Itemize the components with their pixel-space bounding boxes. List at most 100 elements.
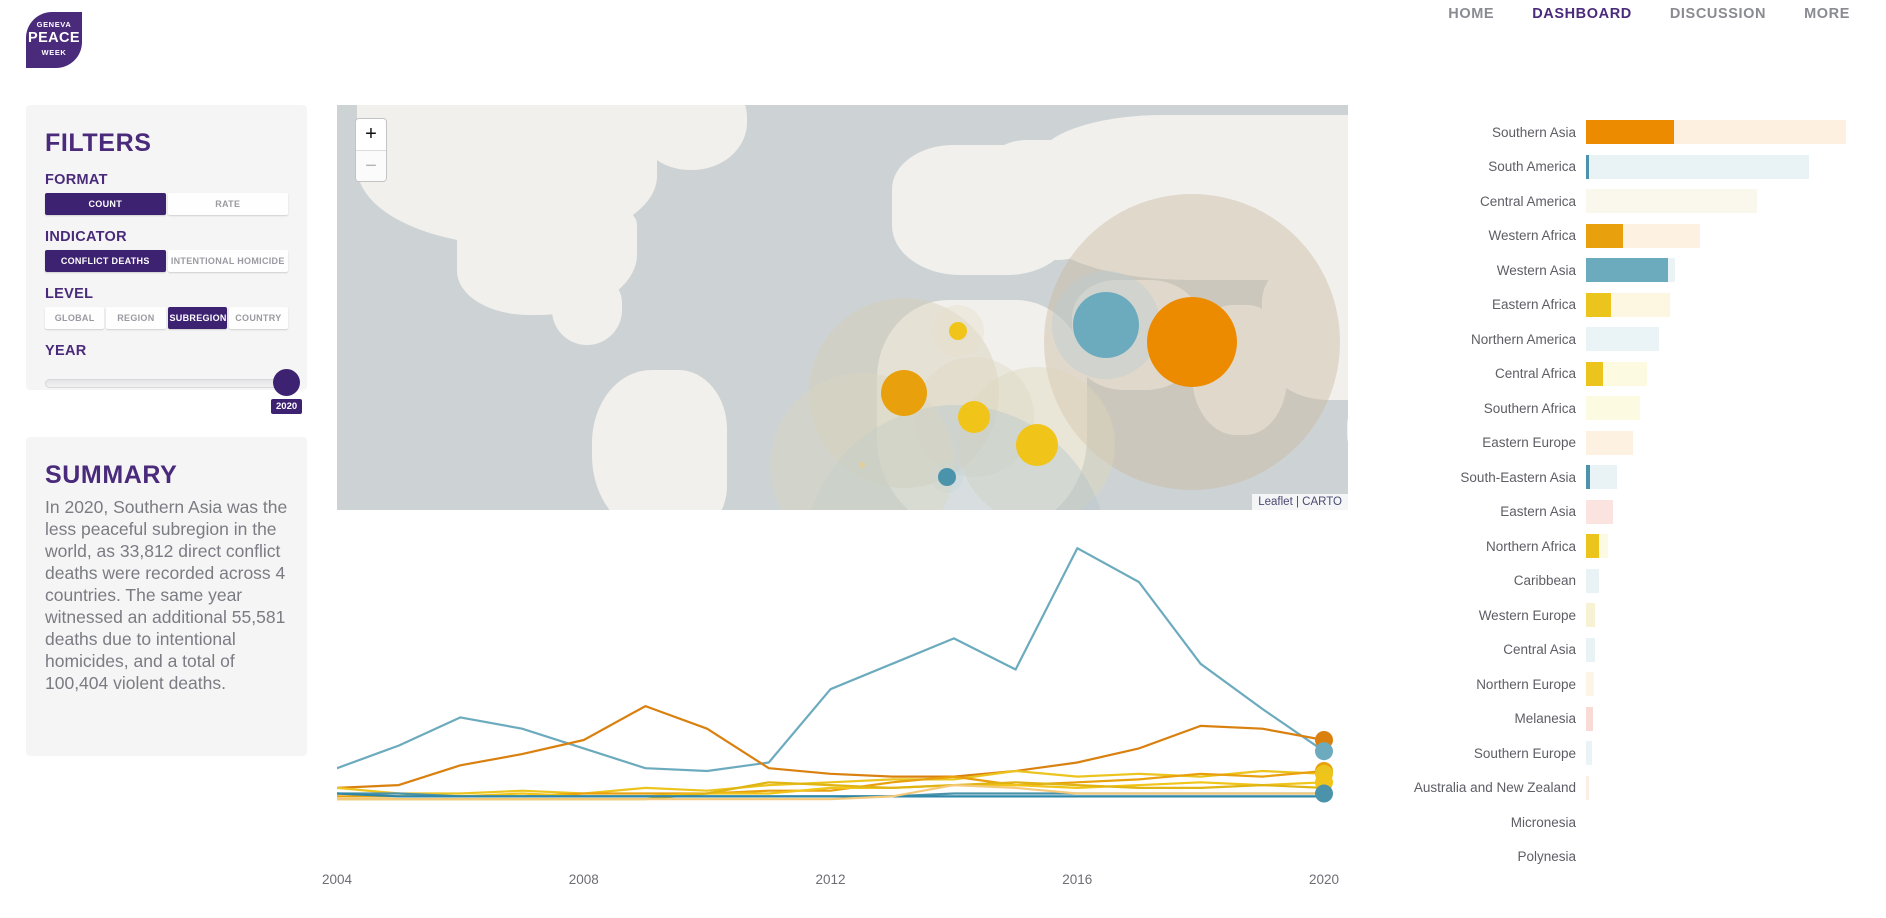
bar-row[interactable]: Melanesia — [1390, 706, 1860, 731]
level-option-region[interactable]: REGION — [106, 307, 166, 329]
geneva-peace-week-logo[interactable]: GENEVA PEACE WEEK — [26, 12, 82, 68]
bar-track — [1586, 568, 1860, 593]
year-slider-thumb[interactable] — [273, 369, 300, 396]
indicator-option-intentional-homicide[interactable]: INTENTIONAL HOMICIDE — [167, 250, 288, 272]
indicator-option-conflict-deaths[interactable]: CONFLICT DEATHS — [45, 250, 166, 272]
bar-label: Caribbean — [1513, 573, 1576, 588]
bar-row[interactable]: Central Asia — [1390, 637, 1860, 662]
bar-value-segment — [1586, 361, 1603, 386]
nav-item-home[interactable]: HOME — [1448, 6, 1494, 22]
line-endpoint-south-eastern-asia[interactable] — [1315, 784, 1333, 803]
summary-text: In 2020, Southern Asia was the less peac… — [45, 497, 288, 693]
map-bubble-northern-africa[interactable] — [949, 322, 967, 340]
bar-row[interactable]: Southern Europe — [1390, 741, 1860, 765]
map-attribution[interactable]: Leaflet | CARTO — [1252, 494, 1348, 510]
x-axis-tick: 2020 — [1308, 872, 1340, 887]
logo-line-week: WEEK — [41, 48, 67, 57]
bar-context-segment — [1586, 154, 1809, 179]
bar-track — [1586, 534, 1860, 558]
map-bubble-central-africa[interactable] — [958, 401, 990, 433]
bar-track — [1586, 327, 1860, 351]
nav-item-more[interactable]: MORE — [1804, 6, 1850, 22]
bar-row[interactable]: Western Africa — [1390, 223, 1860, 248]
bar-row[interactable]: Southern Asia — [1390, 120, 1860, 144]
bar-row[interactable]: Eastern Asia — [1390, 499, 1860, 524]
bar-context-segment — [1586, 603, 1596, 627]
bar-context-segment — [1586, 189, 1757, 213]
bar-row[interactable]: Eastern Europe — [1390, 430, 1860, 455]
bar-row[interactable]: Polynesia — [1390, 844, 1860, 869]
bar-row[interactable]: Australia and New Zealand — [1390, 775, 1860, 800]
bar-row[interactable]: Western Asia — [1390, 258, 1860, 282]
bar-label: Eastern Europe — [1482, 435, 1576, 450]
bar-row[interactable]: Eastern Africa — [1390, 292, 1860, 317]
year-slider[interactable]: 2020 — [45, 369, 303, 417]
world-map[interactable]: + − Leaflet | CARTO — [337, 105, 1348, 510]
map-bubble-eastern-africa[interactable] — [1016, 424, 1058, 466]
subregion-bar-chart: Southern Asia South America Central Americ… — [1390, 120, 1860, 869]
map-zoom-controls: + − — [355, 118, 387, 182]
map-bubble-western-africa[interactable] — [881, 370, 927, 416]
format-option-count[interactable]: COUNT — [45, 193, 166, 215]
map-bubble-caribbean[interactable] — [938, 468, 956, 486]
bar-track — [1586, 361, 1860, 386]
bar-track — [1586, 292, 1860, 317]
bar-context-segment — [1586, 672, 1595, 696]
bar-value-segment — [1586, 534, 1599, 558]
map-bubble-southern-asia[interactable] — [1147, 297, 1237, 387]
format-option-rate[interactable]: RATE — [167, 193, 288, 215]
bar-value-segment — [1586, 120, 1674, 144]
nav-item-discussion[interactable]: DISCUSSION — [1670, 6, 1766, 22]
bar-label: Central America — [1479, 193, 1576, 209]
map-landmass — [977, 140, 1107, 260]
bar-context-segment — [1586, 430, 1633, 455]
bar-row[interactable]: South America — [1390, 154, 1860, 179]
level-label: LEVEL — [45, 286, 94, 302]
zoom-in-button[interactable]: + — [356, 119, 386, 150]
level-option-global[interactable]: GLOBAL — [45, 307, 105, 329]
x-axis-tick: 2016 — [1062, 872, 1093, 887]
bar-context-segment — [1586, 844, 1589, 869]
bar-track — [1586, 775, 1860, 800]
bar-context-segment — [1586, 499, 1614, 524]
bar-track — [1586, 672, 1860, 696]
zoom-out-button[interactable]: − — [356, 150, 386, 181]
bar-track — [1586, 223, 1860, 248]
bar-row[interactable]: Northern Europe — [1390, 672, 1860, 696]
year-slider-value: 2020 — [271, 399, 303, 414]
bar-row[interactable]: Northern Africa — [1390, 534, 1860, 558]
level-option-country[interactable]: COUNTRY — [228, 307, 288, 329]
bar-track — [1586, 741, 1860, 765]
bar-row[interactable]: Northern America — [1390, 327, 1860, 351]
x-axis-tick: 2004 — [321, 872, 353, 887]
bar-label: Central Asia — [1503, 642, 1576, 657]
logo-line-peace: PEACE — [28, 30, 80, 46]
line-endpoint-western-asia[interactable] — [1315, 742, 1333, 761]
timeseries-line-chart — [337, 547, 1333, 803]
bar-label: Eastern Africa — [1491, 297, 1576, 312]
bar-label: Southern Africa — [1483, 400, 1576, 416]
bar-label: Western Africa — [1488, 228, 1576, 243]
map-bubble-western-asia[interactable] — [1073, 292, 1139, 358]
bar-row[interactable]: Micronesia — [1390, 810, 1860, 834]
bar-row[interactable]: Central Africa — [1390, 361, 1860, 386]
map-landmass — [1347, 390, 1348, 470]
bar-track — [1586, 120, 1860, 144]
year-slider-track[interactable] — [45, 379, 288, 388]
bar-row[interactable]: Caribbean — [1390, 568, 1860, 593]
bar-context-segment — [1586, 706, 1593, 731]
bar-context-segment — [1586, 741, 1593, 765]
year-label: YEAR — [45, 343, 87, 359]
bar-row[interactable]: Central America — [1390, 189, 1860, 213]
bar-context-segment — [1586, 396, 1641, 420]
summary-title: SUMMARY — [45, 461, 178, 489]
bar-row[interactable]: Southern Africa — [1390, 396, 1860, 420]
level-option-subregion[interactable]: SUBREGION — [167, 307, 227, 329]
bar-value-segment — [1586, 223, 1623, 248]
nav-item-dashboard[interactable]: DASHBOARD — [1532, 6, 1632, 22]
bar-row[interactable]: Western Europe — [1390, 603, 1860, 627]
map-bubble-central-america[interactable] — [859, 462, 865, 468]
filters-panel: FILTERS FORMAT COUNT RATE INDICATOR CONFL… — [26, 105, 307, 414]
bar-label: Melanesia — [1514, 711, 1576, 726]
bar-row[interactable]: South-Eastern Asia — [1390, 465, 1860, 489]
